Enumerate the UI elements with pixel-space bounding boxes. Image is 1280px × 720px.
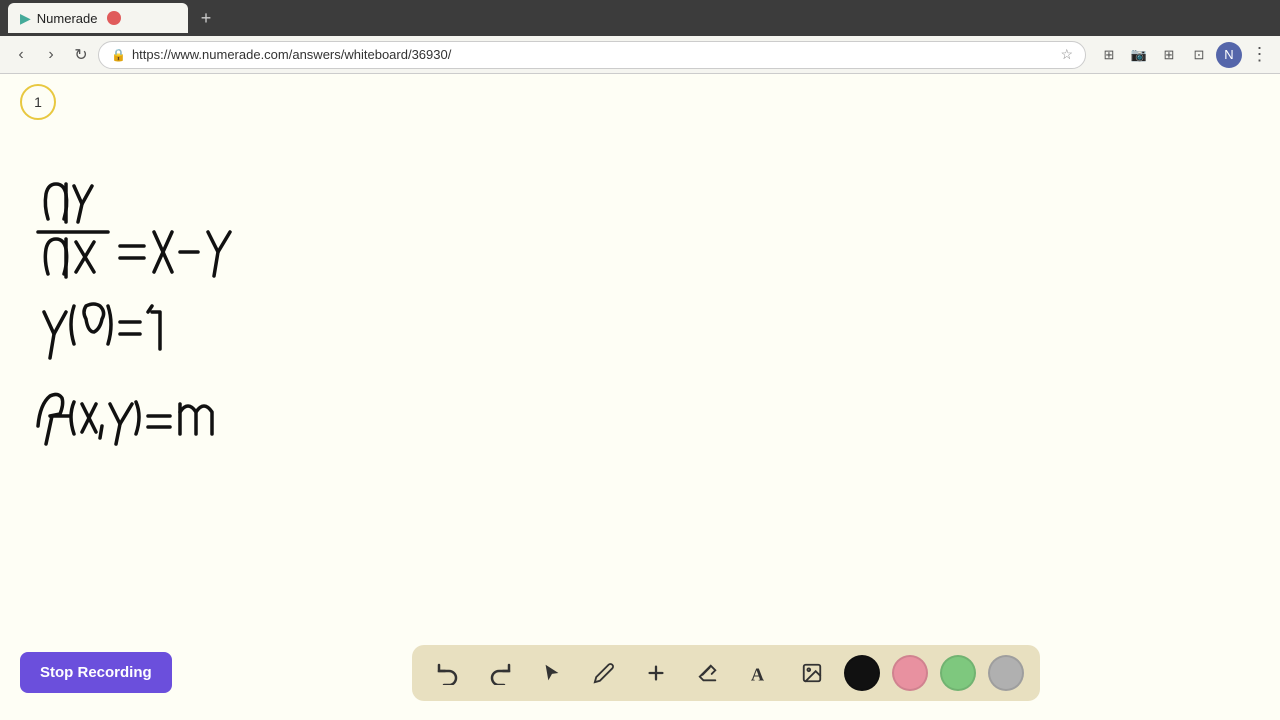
image-tool-button[interactable] — [792, 653, 832, 693]
active-tab[interactable]: ▶ Numerade — [8, 3, 188, 33]
new-tab-button[interactable]: + — [192, 4, 220, 32]
svg-text:A: A — [751, 664, 765, 684]
color-black[interactable] — [844, 655, 880, 691]
color-green[interactable] — [940, 655, 976, 691]
color-pink[interactable] — [892, 655, 928, 691]
redo-button[interactable] — [480, 653, 520, 693]
select-tool-button[interactable] — [532, 653, 572, 693]
menu-icon[interactable]: ⋮ — [1246, 42, 1272, 68]
tab-title: Numerade — [37, 11, 98, 26]
back-button[interactable]: ‹ — [8, 42, 34, 68]
undo-button[interactable] — [428, 653, 468, 693]
tab-bar: ▶ Numerade + — [0, 0, 1280, 36]
bookmark-icon[interactable]: ☆ — [1060, 46, 1073, 63]
bottom-bar: Stop Recording — [0, 625, 1280, 720]
eraser-tool-button[interactable] — [688, 653, 728, 693]
nav-bar: ‹ › ↻ 🔒 https://www.numerade.com/answers… — [0, 36, 1280, 74]
math-drawing: .hw { fill: none; stroke: #111; stroke-w… — [20, 164, 340, 494]
color-gray[interactable] — [988, 655, 1024, 691]
browser-chrome: ▶ Numerade + ‹ › ↻ 🔒 https://www.numerad… — [0, 0, 1280, 74]
sidebar-icon[interactable]: ⊡ — [1186, 42, 1212, 68]
refresh-button[interactable]: ↻ — [68, 42, 94, 68]
text-tool-button[interactable]: A — [740, 653, 780, 693]
tab-grid-icon[interactable]: ⊞ — [1156, 42, 1182, 68]
stop-recording-button[interactable]: Stop Recording — [20, 652, 172, 693]
drawing-toolbar: A — [412, 645, 1040, 701]
whiteboard-canvas[interactable]: 1 .hw { fill: none; stroke: #111; stroke… — [0, 74, 1280, 625]
nav-right-icons: ⊞ 📷 ⊞ ⊡ N ⋮ — [1096, 42, 1272, 68]
pencil-tool-button[interactable] — [584, 653, 624, 693]
forward-button[interactable]: › — [38, 42, 64, 68]
tab-close-button[interactable] — [107, 11, 121, 25]
profile-icon[interactable]: N — [1216, 42, 1242, 68]
tab-favicon: ▶ — [20, 10, 31, 27]
url-text: https://www.numerade.com/answers/whitebo… — [132, 47, 1054, 62]
security-lock-icon: 🔒 — [111, 48, 126, 62]
add-button[interactable] — [636, 653, 676, 693]
page-indicator: 1 — [20, 84, 56, 120]
screenshot-icon[interactable]: 📷 — [1126, 42, 1152, 68]
extensions-icon[interactable]: ⊞ — [1096, 42, 1122, 68]
address-bar[interactable]: 🔒 https://www.numerade.com/answers/white… — [98, 41, 1086, 69]
